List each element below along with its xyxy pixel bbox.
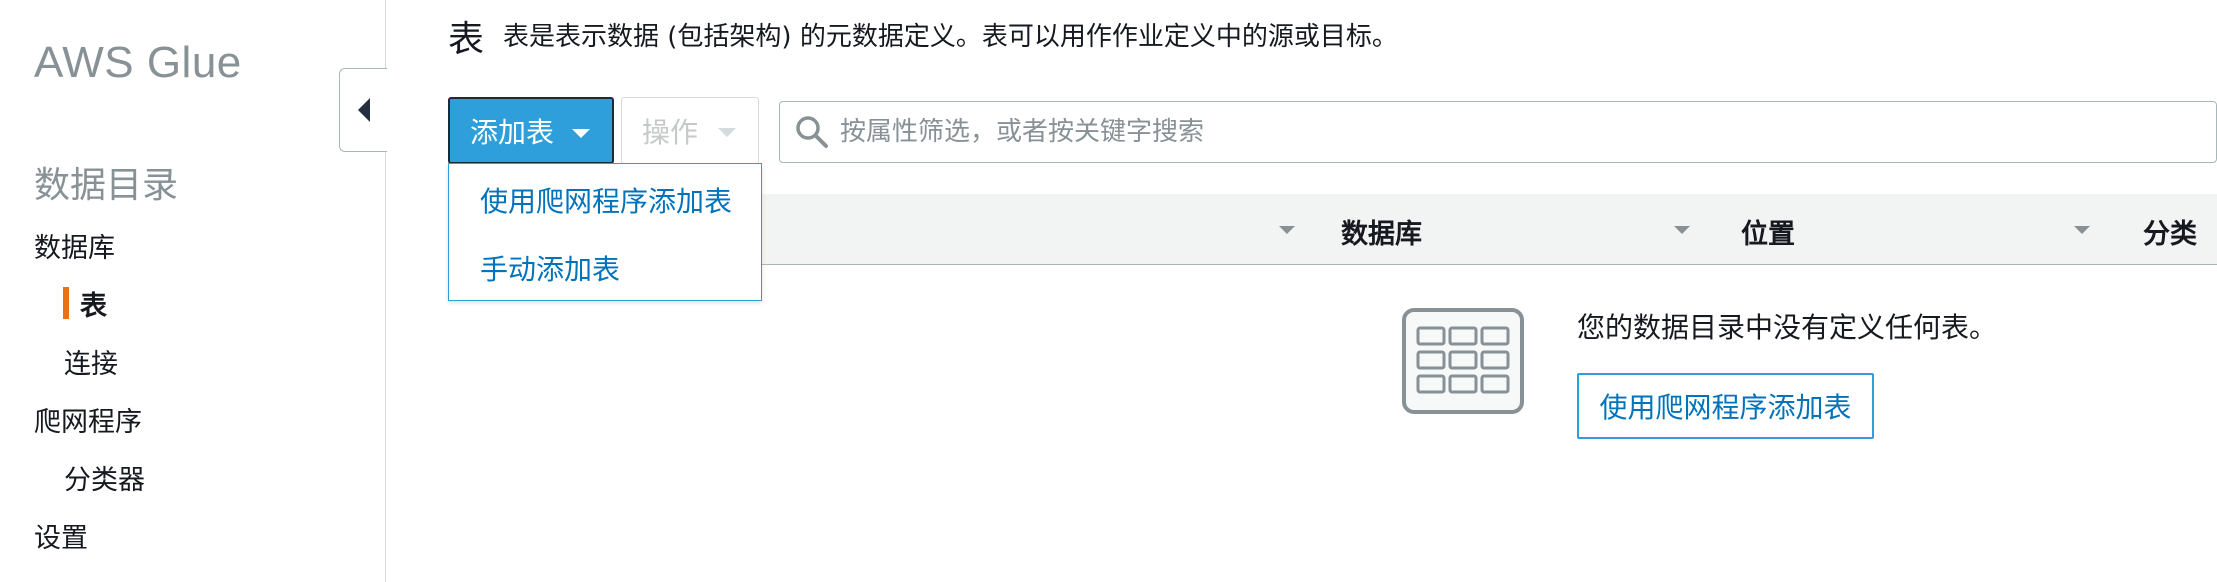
search-icon <box>792 112 832 152</box>
chevron-down-icon <box>718 128 736 137</box>
column-header-database[interactable]: 数据库 <box>1341 212 1422 251</box>
active-indicator <box>63 287 69 319</box>
menu-item-add-with-crawler[interactable]: 使用爬网程序添加表 <box>480 180 732 220</box>
sidebar-item-databases[interactable]: 数据库 <box>34 226 115 265</box>
app-root: AWS Glue 数据目录 数据库 表 连接 爬网程序 分类器 设置 表 表是表… <box>0 0 2217 582</box>
sort-caret-icon[interactable] <box>1674 226 1690 234</box>
sidebar-item-crawlers[interactable]: 爬网程序 <box>34 400 142 439</box>
chevron-down-icon <box>572 129 590 138</box>
empty-state-message: 您的数据目录中没有定义任何表。 <box>1577 311 1998 344</box>
add-table-menu: 使用爬网程序添加表 手动添加表 <box>448 163 762 301</box>
add-table-with-crawler-button[interactable]: 使用爬网程序添加表 <box>1577 373 1874 439</box>
sidebar-item-classifiers[interactable]: 分类器 <box>64 458 145 497</box>
sidebar-item-tables[interactable]: 表 <box>80 284 107 323</box>
collapse-sidebar-button[interactable] <box>339 68 387 152</box>
page-description: 表是表示数据 (包括架构) 的元数据定义。表可以用作作业定义中的源或目标。 <box>503 22 1398 52</box>
search-box[interactable] <box>779 101 2217 163</box>
sort-caret-icon[interactable] <box>1279 226 1295 234</box>
search-input[interactable] <box>840 117 2140 147</box>
actions-label: 操作 <box>642 115 699 149</box>
add-table-button[interactable]: 添加表 <box>448 97 614 164</box>
nav-section-data-catalog: 数据目录 <box>34 165 179 206</box>
menu-item-add-manually[interactable]: 手动添加表 <box>480 248 620 288</box>
collapse-tab-join <box>385 69 387 151</box>
brand-title: AWS Glue <box>34 38 242 87</box>
column-header-classification[interactable]: 分类 <box>2143 212 2197 251</box>
sidebar-item-connections[interactable]: 连接 <box>64 342 118 381</box>
column-header-location[interactable]: 位置 <box>1741 212 1795 251</box>
sidebar: AWS Glue 数据目录 数据库 表 连接 爬网程序 分类器 设置 <box>0 0 386 582</box>
page-title: 表 <box>448 19 485 60</box>
sort-caret-icon[interactable] <box>2074 226 2090 234</box>
sidebar-item-settings[interactable]: 设置 <box>34 516 88 555</box>
table-grid-icon <box>1400 306 1526 416</box>
actions-button: 操作 <box>621 97 759 164</box>
add-table-label: 添加表 <box>470 115 555 149</box>
